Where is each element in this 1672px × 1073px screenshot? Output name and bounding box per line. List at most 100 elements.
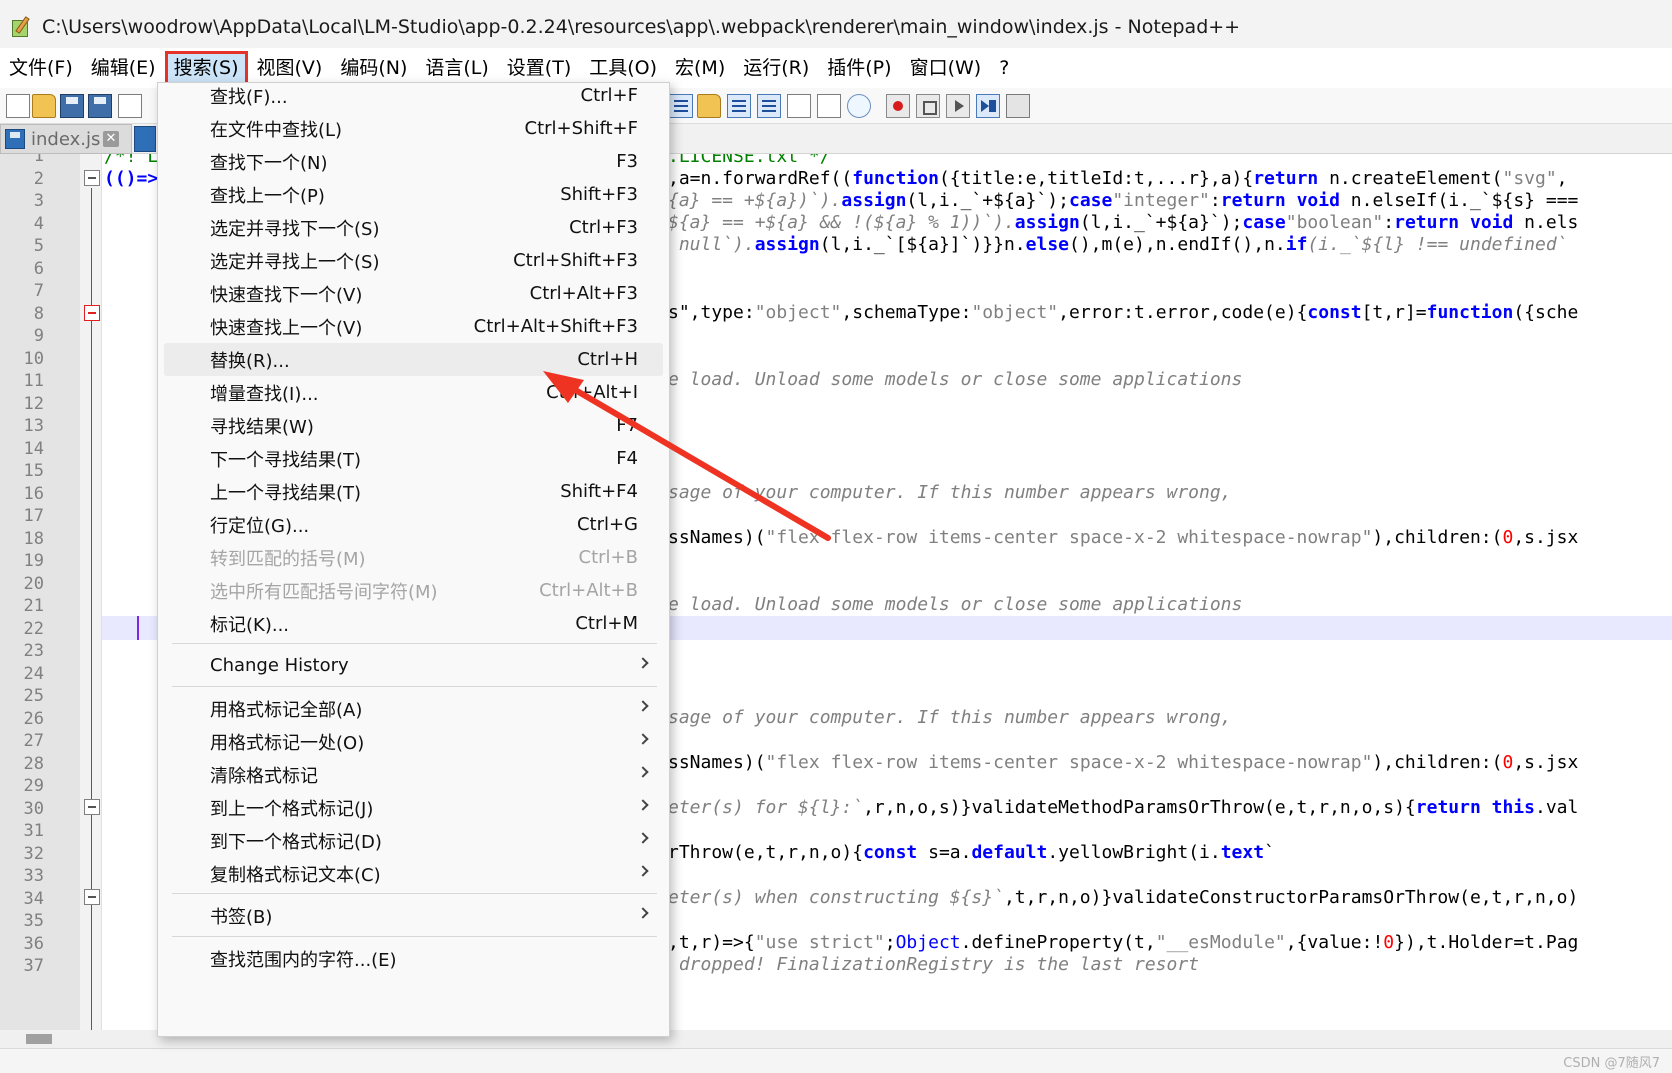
line-number: 22 <box>23 618 44 639</box>
line-number: 23 <box>23 641 44 661</box>
menu-item-go-to-line[interactable]: 行定位(G)... Ctrl+G <box>164 508 663 541</box>
menu-item-find[interactable]: 查找(F)... Ctrl+F <box>164 79 663 112</box>
menu-item-incremental-search[interactable]: 增量查找(I)... Ctrl+Alt+I <box>164 376 663 409</box>
line-number: 8 <box>33 303 44 324</box>
menu-item-go-to-matching-brace: 转到匹配的括号(M) Ctrl+B <box>210 547 638 570</box>
close-file-icon[interactable] <box>118 94 142 118</box>
menu-item-mark[interactable]: 标记(K)... Ctrl+M <box>164 607 663 640</box>
code-line-5: null`).assign(l,i._`[${a}]`)}}n.else(),m… <box>668 234 1568 255</box>
line-number: 32 <box>23 843 44 864</box>
fold-toggle-icon[interactable] <box>84 889 100 905</box>
close-tab-icon[interactable]: ✕ <box>103 131 119 147</box>
fold-toggle-icon[interactable] <box>84 799 100 815</box>
line-number: 17 <box>23 506 44 526</box>
fold-toggle-icon[interactable] <box>84 305 100 321</box>
save-macro-icon[interactable] <box>1006 94 1030 118</box>
code-line-1: .LICENSE.txt */ <box>668 154 831 167</box>
folder-workspace-icon[interactable] <box>817 94 841 118</box>
code-line-4: ${a} == +${a} && !(${a} % 1))`).assign(l… <box>668 212 1579 233</box>
line-number: 36 <box>23 933 44 954</box>
run-macro-multiple-icon[interactable] <box>976 94 1000 118</box>
document-map-icon[interactable] <box>757 94 781 118</box>
line-number: 3 <box>33 191 44 211</box>
line-number: 27 <box>23 731 44 751</box>
line-number: 19 <box>23 551 44 571</box>
line-number: 9 <box>33 326 44 346</box>
word-wrap-icon[interactable] <box>669 94 693 118</box>
line-number: 13 <box>23 416 44 436</box>
fold-toggle-icon[interactable] <box>84 170 100 186</box>
submenu-arrow-icon <box>637 832 649 844</box>
function-list-icon[interactable] <box>787 94 811 118</box>
notepad-plus-plus-icon <box>10 15 32 38</box>
line-number: 10 <box>23 348 44 369</box>
menu-item-quick-find-next[interactable]: 快速查找下一个(V) Ctrl+Alt+F3 <box>164 277 663 310</box>
line-number: 34 <box>23 888 44 909</box>
window-title: C:\Users\woodrow\AppData\Local\LM-Studio… <box>42 15 1241 38</box>
line-number: 18 <box>23 528 44 549</box>
menu-item-select-find-previous[interactable]: 选定并寻找上一个(S) Ctrl+Shift+F3 <box>164 244 663 277</box>
code-line-2: ,a=n.forwardRef((function({title:e,title… <box>668 168 1568 189</box>
menu-item-find-previous[interactable]: 查找上一个(P) Shift+F3 <box>164 178 663 211</box>
menu-item-quick-find-previous[interactable]: 快速查找上一个(V) Ctrl+Alt+Shift+F3 <box>164 310 663 343</box>
monitoring-eye-icon[interactable] <box>847 94 871 118</box>
submenu-arrow-icon <box>637 865 649 877</box>
playback-icon[interactable] <box>946 94 970 118</box>
menu-item-style-all[interactable]: 用格式标记全部(A) <box>164 692 663 725</box>
menu-item-previous-result[interactable]: 上一个寻找结果(T) Shift+F4 <box>164 475 663 508</box>
menu-item-clear-style[interactable]: 清除格式标记 <box>164 758 663 791</box>
code-line-3: {a} == +${a})`).assign(l,i._`+${a}`);cas… <box>668 190 1579 211</box>
submenu-arrow-icon <box>637 657 649 669</box>
submenu-arrow-icon <box>637 766 649 778</box>
menu-item-bookmark[interactable]: 书签(B) <box>164 899 663 932</box>
second-tab-icon[interactable] <box>134 126 156 152</box>
menu-item-next-result[interactable]: 下一个寻找结果(T) F4 <box>164 442 663 475</box>
line-number: 25 <box>23 686 44 706</box>
menu-macro[interactable]: 宏(M) <box>666 51 734 85</box>
menu-window[interactable]: 窗口(W) <box>901 51 991 85</box>
open-file-icon[interactable] <box>32 94 56 118</box>
menu-item-replace[interactable]: 替换(R)... Ctrl+H <box>164 343 663 376</box>
line-number-gutter: 1 2 3 4 5 6 7 8 9 10 11 12 13 14 15 16 17 18 19 20 21 22 23 24 2… <box>0 154 80 1030</box>
code-fragment: (()=> <box>104 168 159 189</box>
line-number: 24 <box>23 663 44 684</box>
line-number: 4 <box>33 213 44 234</box>
stop-recording-icon[interactable] <box>916 94 940 118</box>
tab-index-js[interactable]: index.js ✕ <box>0 124 132 154</box>
new-file-icon[interactable] <box>6 94 30 118</box>
line-number: 5 <box>33 236 44 256</box>
code-line-18: ssNames)("flex flex-row items-center spa… <box>668 527 1579 548</box>
code-line-32: rThrow(e,t,r,n,o){const s=a.default.yell… <box>668 842 1275 863</box>
record-macro-icon[interactable] <box>886 94 910 118</box>
save-all-icon[interactable] <box>88 94 112 118</box>
code-line-30: eter(s) for ${l}:`,r,n,o,s)}validateMeth… <box>668 797 1579 818</box>
line-number: 6 <box>33 258 44 279</box>
menu-item-find-chars-in-range[interactable]: 查找范围内的字符...(E) <box>164 942 663 975</box>
menu-file[interactable]: 文件(F) <box>0 51 82 85</box>
menu-help[interactable]: ? <box>990 51 1018 85</box>
menu-item-change-history[interactable]: Change History <box>164 649 663 682</box>
show-all-chars-icon[interactable] <box>697 94 721 118</box>
submenu-arrow-icon <box>637 907 649 919</box>
code-line-8: s",type:"object",schemaType:"object",err… <box>668 302 1579 323</box>
menu-item-style-one[interactable]: 用格式标记一处(O) <box>164 725 663 758</box>
scrollbar-thumb[interactable] <box>26 1034 52 1044</box>
menu-item-find-in-files[interactable]: 在文件中查找(L) Ctrl+Shift+F <box>164 112 663 145</box>
menu-item-previous-style[interactable]: 到上一个格式标记(J) <box>164 791 663 824</box>
menu-item-next-style[interactable]: 到下一个格式标记(D) <box>164 824 663 857</box>
line-number: 21 <box>23 596 44 616</box>
code-line-26: sage of your computer. If this number ap… <box>668 707 1232 728</box>
menu-run[interactable]: 运行(R) <box>734 51 818 85</box>
menu-separator <box>172 686 657 687</box>
code-comment: /*! L <box>104 154 159 167</box>
line-number: 16 <box>23 483 44 504</box>
save-icon[interactable] <box>60 94 84 118</box>
menu-item-find-next[interactable]: 查找下一个(N) F3 <box>164 145 663 178</box>
menu-edit[interactable]: 编辑(E) <box>82 51 165 85</box>
menu-plugins[interactable]: 插件(P) <box>818 51 900 85</box>
menu-item-search-results[interactable]: 寻找结果(W) F7 <box>164 409 663 442</box>
indent-guide-icon[interactable] <box>727 94 751 118</box>
menu-item-select-find-next[interactable]: 选定并寻找下一个(S) Ctrl+F3 <box>164 211 663 244</box>
line-number: 7 <box>33 281 44 301</box>
menu-item-copy-styled-text[interactable]: 复制格式标记文本(C) <box>164 857 663 890</box>
